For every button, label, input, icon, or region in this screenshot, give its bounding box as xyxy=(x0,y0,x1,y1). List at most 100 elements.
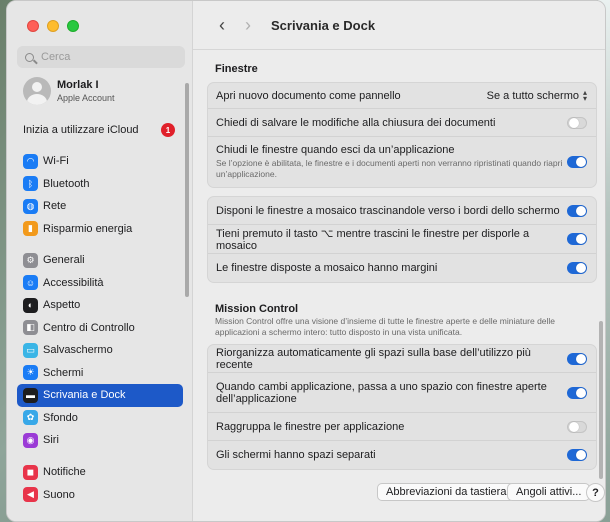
sidebar-item-appearance[interactable]: ◐ Aspetto xyxy=(17,294,183,317)
toggle-switch[interactable] xyxy=(567,352,587,365)
content-scrollbar[interactable] xyxy=(599,321,603,479)
sidebar-item-label: Wi-Fi xyxy=(43,155,69,168)
screensaver-icon: ▭ xyxy=(23,342,38,358)
setting-text: Raggruppa le finestre per applicazione xyxy=(216,421,404,433)
setting-row: Le finestre disposte a mosaico hanno mar… xyxy=(208,254,596,282)
toggle-switch[interactable] xyxy=(567,233,587,245)
setting-text: Riorganizza automaticamente gli spazi su… xyxy=(216,347,567,371)
setting-label: Gli schermi hanno spazi separati xyxy=(216,449,376,461)
sidebar-item-display[interactable]: ☀ Schermi xyxy=(17,362,183,385)
sidebar-item-bluetooth[interactable]: ᛒ Bluetooth xyxy=(17,173,183,196)
setting-row: Tieni premuto il tasto ⌥ mentre trascini… xyxy=(208,225,596,254)
sidebar-item-label: Accessibilità xyxy=(43,276,104,289)
sidebar-group-network: ◠ Wi-Fi ᛒ Bluetooth ◍ Rete ▮ Risparmio energia xyxy=(17,150,183,240)
account-subtitle: Apple Account xyxy=(57,93,115,103)
help-button[interactable]: ? xyxy=(586,483,605,502)
keyboard-shortcuts-button[interactable]: Abbreviazioni da tastiera xyxy=(377,483,516,501)
section-title-windows: Finestre xyxy=(215,63,258,75)
setting-label: Le finestre disposte a mosaico hanno mar… xyxy=(216,262,438,274)
sidebar-item-accessibility[interactable]: ☺ Accessibilità xyxy=(17,272,183,295)
sidebar-item-label: Notifiche xyxy=(43,466,86,479)
select-value: Se a tutto schermo xyxy=(486,89,579,102)
setting-description: Se l’opzione è abilitata, le finestre e … xyxy=(216,158,563,179)
toggle-switch[interactable] xyxy=(567,262,587,274)
sidebar-item-label: Rete xyxy=(43,200,67,213)
search-icon xyxy=(25,52,34,62)
setting-label: Tieni premuto il tasto ⌥ mentre trascini… xyxy=(216,227,530,252)
hot-corners-button[interactable]: Angoli attivi... xyxy=(507,483,591,501)
sidebar-item-label: Aspetto xyxy=(43,299,81,312)
sidebar-item-network[interactable]: ◍ Rete xyxy=(17,195,183,218)
toggle-switch[interactable] xyxy=(567,449,587,461)
sidebar-item-gear[interactable]: ⚙ Generali xyxy=(17,249,183,272)
close-window-button[interactable] xyxy=(27,20,39,32)
sidebar-item-dock[interactable]: ▬ Scrivania e Dock xyxy=(17,384,183,407)
sidebar-item-label: Salvaschermo xyxy=(43,344,113,357)
setting-row: Chiudi le finestre quando esci da un’app… xyxy=(208,137,596,187)
accessibility-icon: ☺ xyxy=(23,275,38,291)
toggle-switch[interactable] xyxy=(567,204,587,217)
zoom-window-button[interactable] xyxy=(67,20,79,32)
setting-text: Chiudi le finestre quando esci da un’app… xyxy=(216,144,567,180)
sidebar-item-label: Schermi xyxy=(43,366,84,379)
notifications-icon: ◼ xyxy=(23,464,38,480)
setting-row: Apri nuovo documento come pannello Se a t… xyxy=(208,83,596,109)
sidebar-item-notifications[interactable]: ◼ Notifiche xyxy=(17,461,183,484)
setting-label: Disponi le finestre a mosaico trascinand… xyxy=(216,204,560,217)
setting-label: Quando cambi applicazione, passa a uno s… xyxy=(216,380,547,405)
sidebar-item-siri[interactable]: ◉ Siri xyxy=(17,429,183,452)
sidebar-item-control-center[interactable]: ◧ Centro di Controllo xyxy=(17,317,183,340)
setting-text: Chiedi di salvare le modifiche alla chiu… xyxy=(216,117,495,129)
display-icon: ☀ xyxy=(23,365,38,381)
search-field[interactable] xyxy=(17,46,185,68)
open-document-select[interactable]: Se a tutto schermo ▴ ▾ xyxy=(486,87,587,103)
appearance-icon: ◐ xyxy=(23,297,38,313)
toggle-switch[interactable] xyxy=(567,116,587,129)
setting-label: Chiedi di salvare le modifiche alla chiu… xyxy=(216,116,496,129)
setting-text: Le finestre disposte a mosaico hanno mar… xyxy=(216,262,437,274)
wallpaper-icon: ✿ xyxy=(23,410,38,426)
sidebar-group-notifications: ◼ Notifiche ◀ Suono xyxy=(17,461,183,506)
window-controls xyxy=(27,20,79,32)
sidebar-item-label: Sfondo xyxy=(43,411,78,424)
minimize-window-button[interactable] xyxy=(47,20,59,32)
sidebar-item-screensaver[interactable]: ▭ Salvaschermo xyxy=(17,339,183,362)
sidebar: Morlak I Apple Account Inizia a utilizza… xyxy=(7,1,193,521)
setting-text: Quando cambi applicazione, passa a uno s… xyxy=(216,381,567,405)
network-icon: ◍ xyxy=(23,198,38,214)
sidebar-item-label: Generali xyxy=(43,254,85,267)
setting-row: Disponi le finestre a mosaico trascinand… xyxy=(208,197,596,225)
search-input[interactable] xyxy=(41,51,171,63)
toggle-switch[interactable] xyxy=(567,386,587,399)
control-center-icon: ◧ xyxy=(23,320,38,336)
apple-account[interactable]: Morlak I Apple Account xyxy=(23,77,115,105)
setting-text: Disponi le finestre a mosaico trascinand… xyxy=(216,205,560,217)
setting-row: Raggruppa le finestre per applicazione xyxy=(208,413,596,441)
system-settings-window: Morlak I Apple Account Inizia a utilizza… xyxy=(6,0,606,522)
sidebar-scrollbar[interactable] xyxy=(185,83,189,297)
section-title-mission-control: Mission Control xyxy=(215,303,299,315)
back-button[interactable]: ‹ xyxy=(211,14,233,36)
icloud-setup-item[interactable]: Inizia a utilizzare iCloud 1 xyxy=(23,123,175,137)
sidebar-item-wallpaper[interactable]: ✿ Sfondo xyxy=(17,407,183,430)
window-tiling-group: Disponi le finestre a mosaico trascinand… xyxy=(207,196,597,283)
sidebar-item-sound[interactable]: ◀ Suono xyxy=(17,484,183,507)
sidebar-item-label: Bluetooth xyxy=(43,177,90,190)
page-title: Scrivania e Dock xyxy=(271,17,376,33)
sidebar-group-system: ⚙ Generali ☺ Accessibilità ◐ Aspetto ◧ Centro d… xyxy=(17,249,183,452)
chevron-updown-icon: ▴ ▾ xyxy=(582,87,587,103)
gear-icon: ⚙ xyxy=(23,252,38,268)
sidebar-item-label: Siri xyxy=(43,434,59,447)
sidebar-item-wifi[interactable]: ◠ Wi-Fi xyxy=(17,150,183,173)
toggle-switch[interactable] xyxy=(567,156,587,168)
mission-control-description: Mission Control offre una visione d’insi… xyxy=(215,316,556,337)
toggle-switch[interactable] xyxy=(567,420,587,433)
setting-label: Riorganizza automaticamente gli spazi su… xyxy=(216,346,531,371)
sound-icon: ◀ xyxy=(23,487,38,503)
sidebar-item-label: Risparmio energia xyxy=(43,222,133,235)
sidebar-item-label: Centro di Controllo xyxy=(43,321,135,334)
sidebar-item-battery[interactable]: ▮ Risparmio energia xyxy=(17,218,183,241)
setting-label: Apri nuovo documento come pannello xyxy=(216,89,401,102)
setting-text: Gli schermi hanno spazi separati xyxy=(216,449,376,461)
forward-button[interactable]: › xyxy=(237,14,259,36)
